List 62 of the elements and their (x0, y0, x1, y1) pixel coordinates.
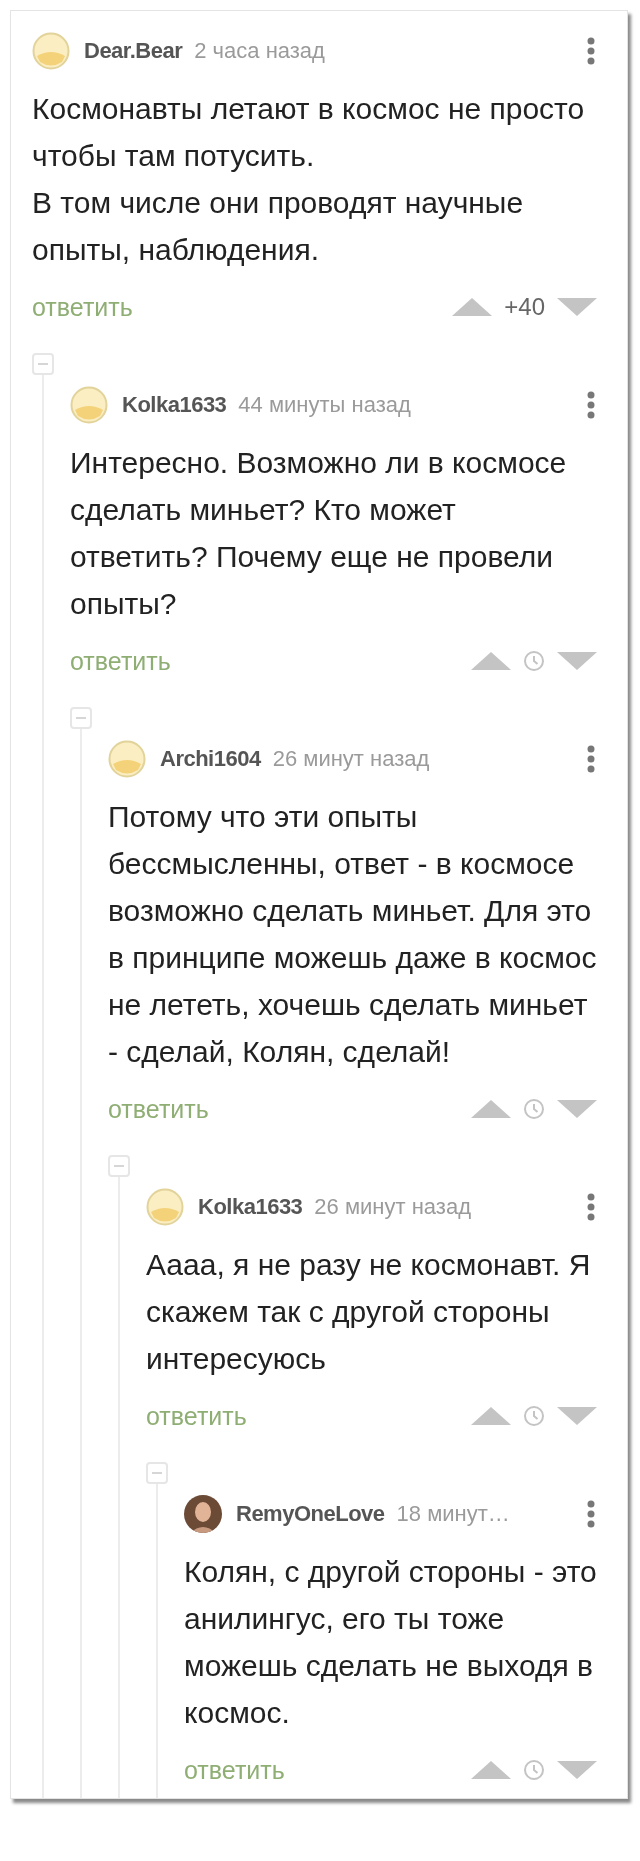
more-icon (587, 37, 595, 65)
down-triangle-icon (557, 298, 597, 316)
comment-time: 44 минуты назад (238, 392, 411, 418)
down-triangle-icon (557, 1100, 597, 1118)
up-triangle-icon (452, 298, 493, 316)
comment-text: Интересно. Возможно ли в космосе сделать миньет? Кто может ответить? Почему еще не провели опыты? (70, 445, 568, 622)
minus-icon (76, 717, 86, 719)
author-name[interactable]: Kolka1633 (198, 1194, 303, 1220)
comment-text: Потому что эти опыты бессмысленны, ответ - в космосе возможно сделать миньет. Для это в принципе можешь даже в космос не лететь, хочешь сделать миньет - сделай, Колян, сделай! (108, 799, 597, 1070)
author-name[interactable]: Kolka1633 (122, 392, 227, 418)
avatar-icon (70, 386, 108, 424)
collapse-button[interactable] (146, 1462, 168, 1484)
rating-count: +40 (504, 293, 545, 321)
author-name[interactable]: Dear.Bear (84, 38, 183, 64)
more-button[interactable] (585, 37, 597, 65)
up-triangle-icon (471, 1100, 511, 1118)
clock-icon (523, 1098, 545, 1120)
downvote-button[interactable] (557, 1761, 597, 1779)
minus-icon (114, 1165, 124, 1167)
comment-time: 26 минут назад (272, 746, 430, 772)
minus-icon (152, 1472, 162, 1474)
author-name[interactable]: Archi1604 (160, 746, 261, 772)
down-triangle-icon (557, 1761, 597, 1779)
comment-time: 26 минут назад (314, 1194, 471, 1220)
downvote-button[interactable] (557, 652, 597, 670)
upvote-button[interactable] (452, 298, 493, 316)
down-triangle-icon (557, 652, 597, 670)
downvote-button[interactable] (557, 1407, 597, 1425)
clock-icon (523, 650, 545, 672)
upvote-button[interactable] (471, 652, 511, 670)
collapse-button[interactable] (108, 1155, 130, 1177)
collapse-button[interactable] (32, 353, 54, 375)
avatar-icon (146, 1188, 184, 1226)
comment-text: Аааа, я не разу не космонавт. Я скажем так с другой стороны интересуюсь (146, 1247, 592, 1377)
avatar-icon (32, 32, 70, 70)
more-icon (587, 1193, 595, 1221)
more-icon (587, 1500, 595, 1528)
clock-icon (523, 1759, 545, 1781)
more-button[interactable] (585, 391, 597, 419)
more-button[interactable] (585, 1500, 597, 1528)
author-name[interactable]: RemyOneLove (236, 1501, 385, 1527)
up-triangle-icon (471, 1407, 511, 1425)
comment-time: 18 минут… (396, 1501, 510, 1527)
downvote-button[interactable] (557, 298, 597, 316)
comment-text: Космонавты летают в космос не просто чтобы там потусить. В том числе они проводят научные опыты, наблюдения. (32, 91, 586, 268)
comment-time: 2 часа назад (194, 38, 325, 64)
collapse-button[interactable] (70, 707, 92, 729)
down-triangle-icon (557, 1407, 597, 1425)
downvote-button[interactable] (557, 1100, 597, 1118)
up-triangle-icon (471, 1761, 511, 1779)
more-button[interactable] (585, 745, 597, 773)
avatar-icon (108, 740, 146, 778)
upvote-button[interactable] (471, 1761, 511, 1779)
upvote-button[interactable] (471, 1100, 511, 1118)
upvote-button[interactable] (471, 1407, 511, 1425)
more-icon (587, 745, 595, 773)
minus-icon (38, 363, 48, 365)
more-button[interactable] (585, 1193, 597, 1221)
clock-icon (523, 1405, 545, 1427)
up-triangle-icon (471, 652, 511, 670)
more-icon (587, 391, 595, 419)
comment-text: Колян, с другой стороны - это анилингус, его ты тоже можешь сделать не выходя в космос. (184, 1554, 597, 1731)
